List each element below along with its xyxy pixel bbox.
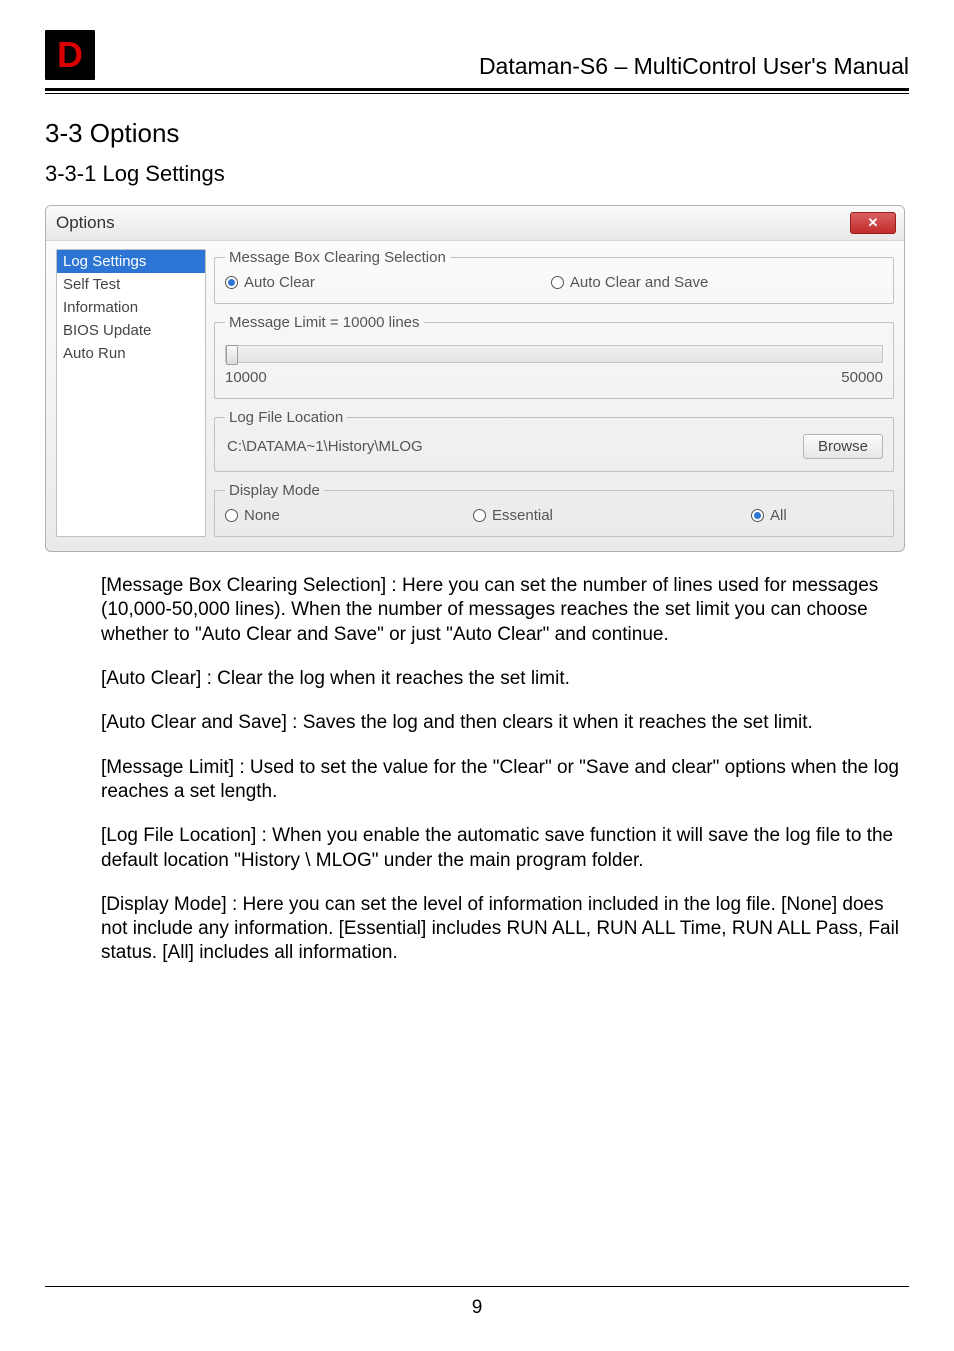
radio-label-auto-clear-save: Auto Clear and Save: [570, 274, 708, 291]
paragraph-logfilelocation: [Log File Location] : When you enable th…: [101, 824, 899, 873]
radio-label-display-all: All: [770, 507, 787, 524]
nav-item-information[interactable]: Information: [57, 296, 205, 319]
logo: D: [45, 30, 95, 80]
group-legend: Display Mode: [225, 482, 324, 499]
group-display-mode: Display Mode None Essential All: [214, 482, 894, 537]
doc-title: Dataman-S6 – MultiControl User's Manual: [479, 53, 909, 80]
dialog-title-bar: Options ✕: [46, 206, 904, 241]
group-legend: Message Box Clearing Selection: [225, 249, 450, 266]
footer-rule: [45, 1286, 909, 1287]
browse-button[interactable]: Browse: [803, 434, 883, 459]
header-rule-thin: [45, 93, 909, 94]
group-message-box-clearing: Message Box Clearing Selection Auto Clea…: [214, 249, 894, 304]
radio-label-auto-clear: Auto Clear: [244, 274, 315, 291]
dialog-title: Options: [56, 213, 115, 233]
group-legend: Log File Location: [225, 409, 347, 426]
radio-auto-clear[interactable]: [225, 276, 238, 289]
slider-handle[interactable]: [226, 345, 238, 365]
nav-item-label: Self Test: [63, 276, 120, 293]
paragraph-msgbox: [Message Box Clearing Selection] : Here …: [101, 574, 899, 647]
radio-label-display-none: None: [244, 507, 280, 524]
close-button[interactable]: ✕: [850, 212, 896, 234]
nav-item-label: Information: [63, 299, 138, 316]
group-message-limit: Message Limit = 10000 lines 10000 50000: [214, 314, 894, 399]
slider-max-label: 50000: [841, 369, 883, 386]
page-number: 9: [45, 1297, 909, 1319]
nav-item-label: Log Settings: [63, 253, 146, 270]
nav-item-self-test[interactable]: Self Test: [57, 273, 205, 296]
radio-auto-clear-save[interactable]: [551, 276, 564, 289]
radio-display-essential[interactable]: [473, 509, 486, 522]
logo-letter: D: [57, 37, 83, 73]
nav-item-log-settings[interactable]: Log Settings: [57, 250, 205, 273]
paragraph-autoclearsave: [Auto Clear and Save] : Saves the log an…: [101, 711, 899, 735]
paragraph-autoclear: [Auto Clear] : Clear the log when it rea…: [101, 667, 899, 691]
radio-display-all[interactable]: [751, 509, 764, 522]
options-nav-list[interactable]: Log Settings Self Test Information BIOS …: [56, 249, 206, 537]
section-heading: 3-3 Options: [45, 118, 909, 149]
log-file-path: C:\DATAMA~1\History\MLOG: [225, 436, 795, 457]
close-icon: ✕: [868, 215, 879, 231]
options-dialog: Options ✕ Log Settings Self Test Informa…: [45, 205, 905, 552]
paragraph-displaymode: [Display Mode] : Here you can set the le…: [101, 893, 899, 966]
nav-item-auto-run[interactable]: Auto Run: [57, 342, 205, 365]
header-rule-thick: [45, 88, 909, 91]
radio-display-none[interactable]: [225, 509, 238, 522]
nav-item-label: BIOS Update: [63, 322, 151, 339]
group-log-file-location: Log File Location C:\DATAMA~1\History\ML…: [214, 409, 894, 472]
message-limit-slider[interactable]: [225, 345, 883, 363]
nav-item-label: Auto Run: [63, 345, 126, 362]
nav-item-bios-update[interactable]: BIOS Update: [57, 319, 205, 342]
group-legend: Message Limit = 10000 lines: [225, 314, 424, 331]
slider-min-label: 10000: [225, 369, 267, 386]
browse-button-label: Browse: [818, 438, 868, 455]
paragraph-messagelimit: [Message Limit] : Used to set the value …: [101, 756, 899, 805]
section-subheading: 3-3-1 Log Settings: [45, 161, 909, 187]
radio-label-display-essential: Essential: [492, 507, 553, 524]
